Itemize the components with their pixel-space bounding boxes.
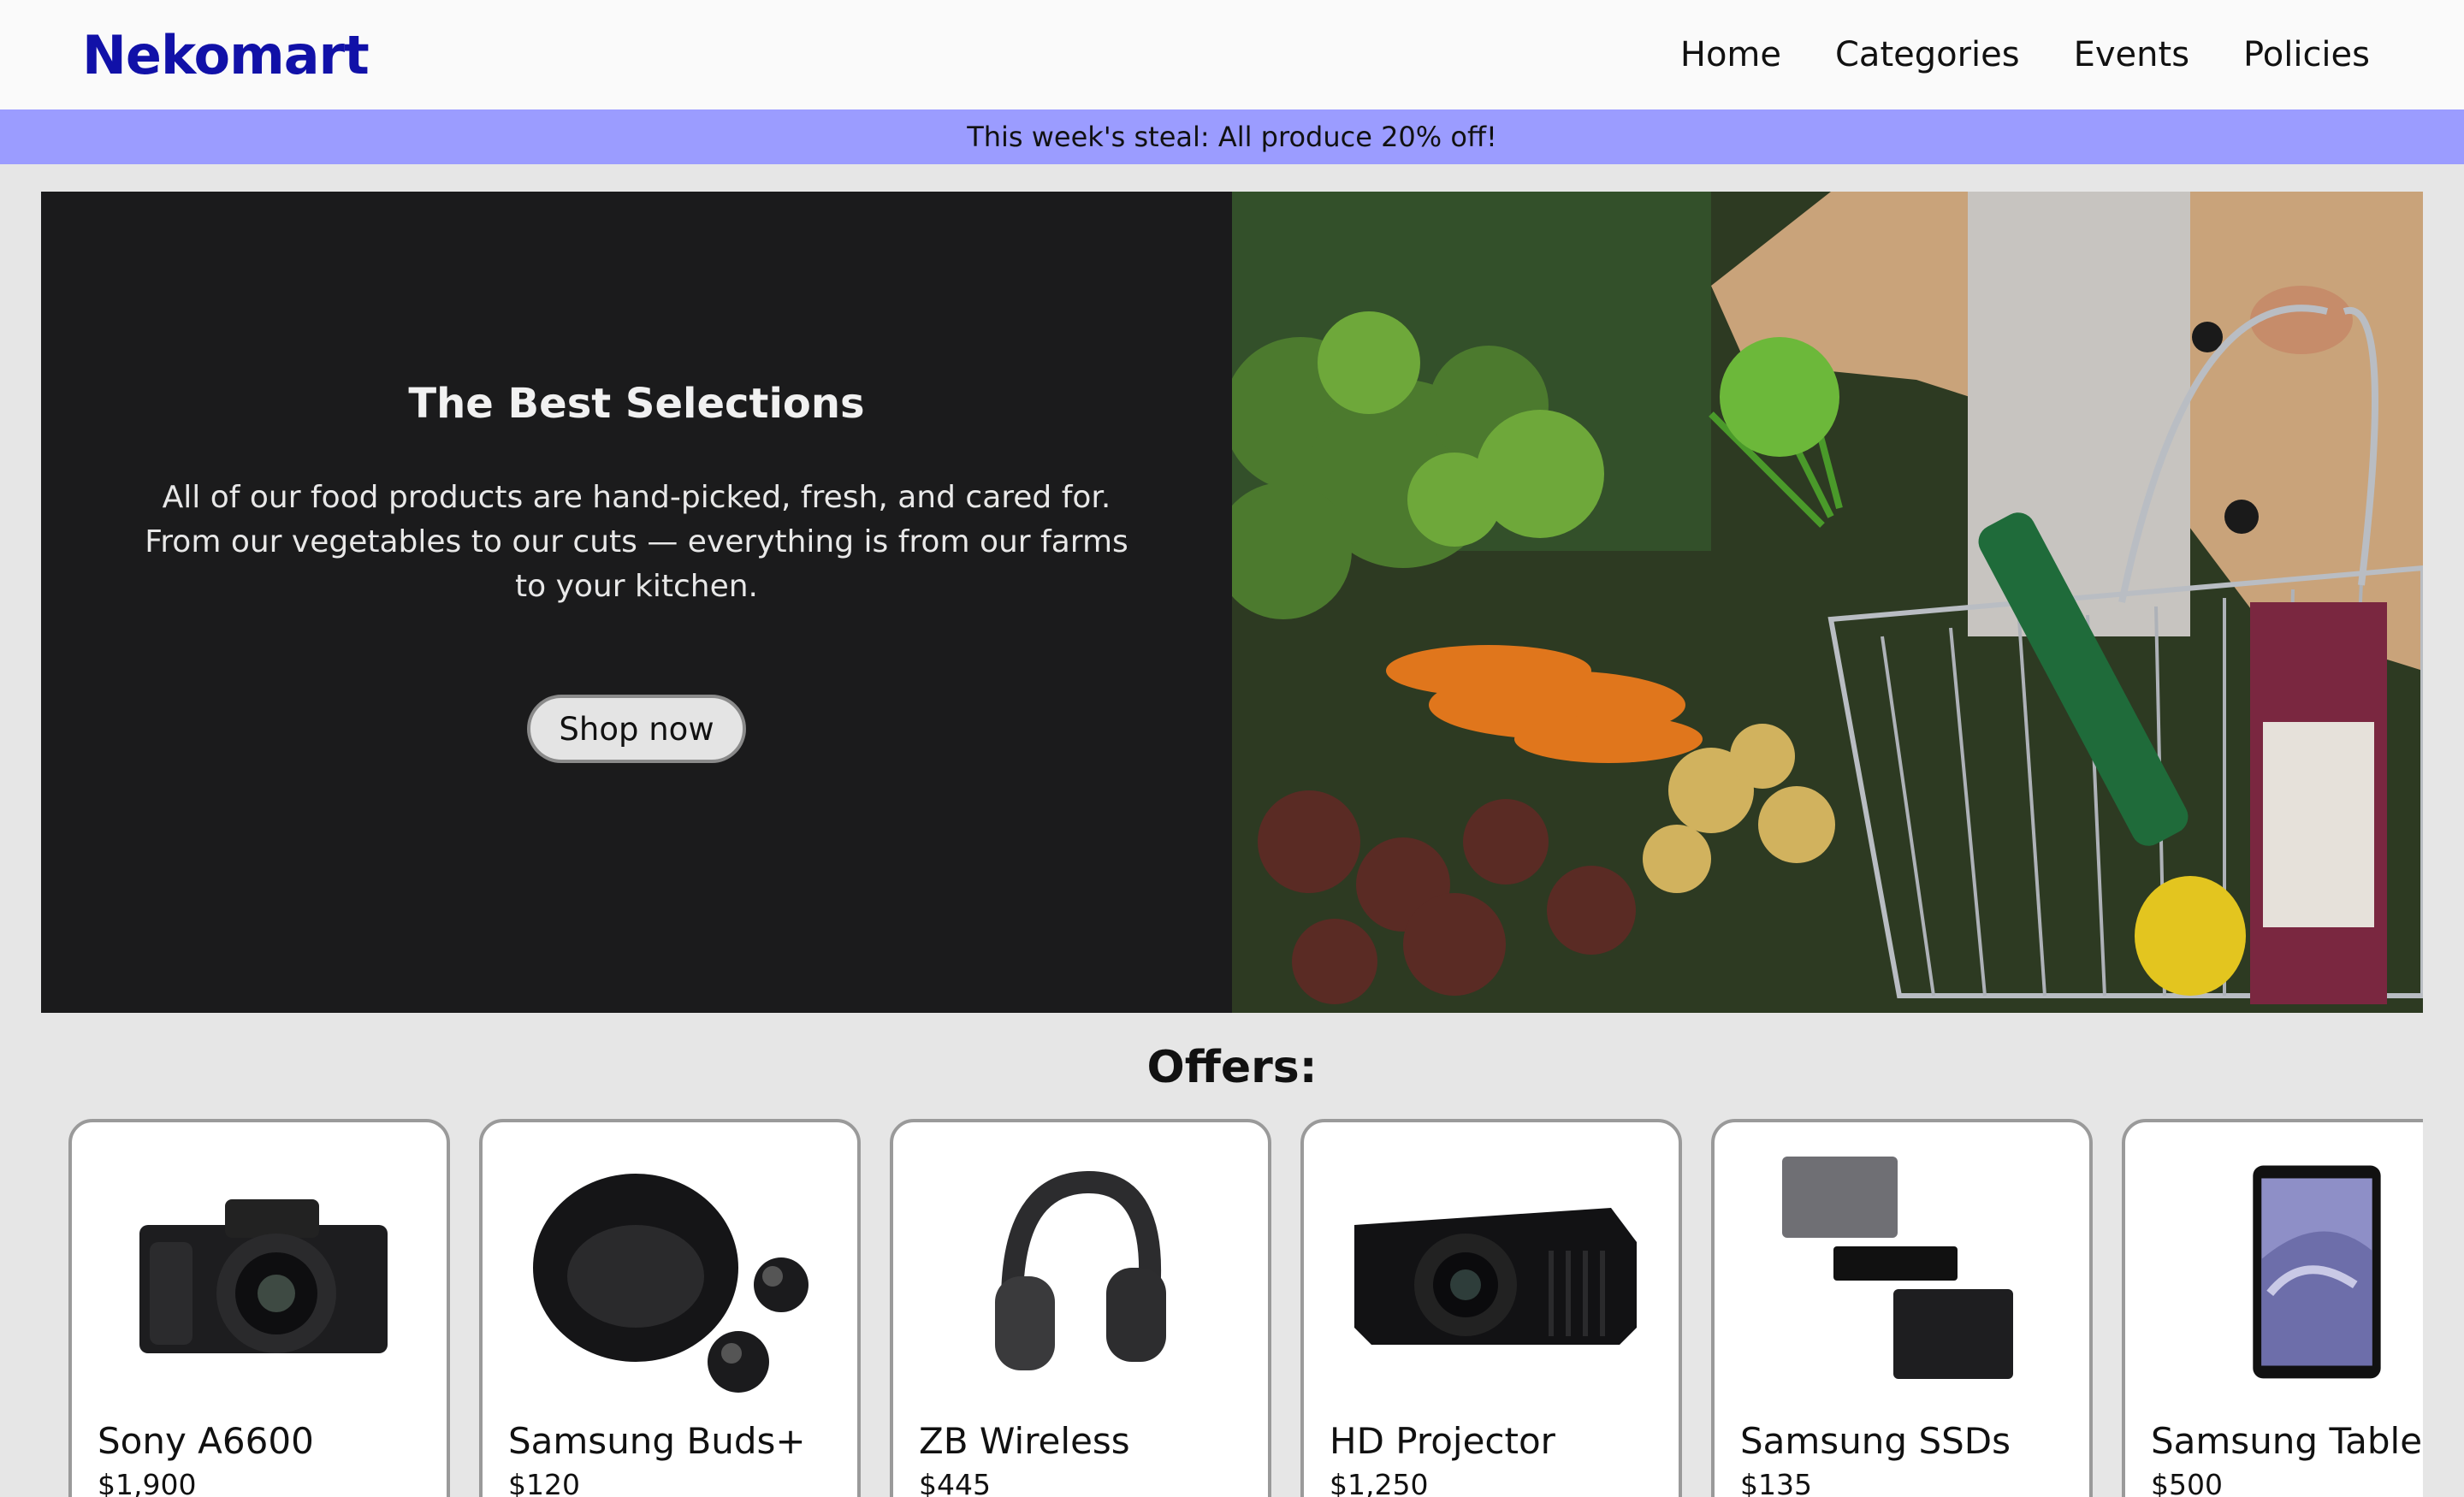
projector-icon <box>1304 1139 1679 1396</box>
product-price: $500 <box>2151 1468 2223 1497</box>
product-price: $1,900 <box>98 1468 197 1497</box>
product-card[interactable]: ZB Wireless $445 <box>890 1119 1271 1497</box>
hero-title: The Best Selections <box>408 380 865 428</box>
product-price: $120 <box>508 1468 580 1497</box>
tablet-icon <box>2125 1139 2423 1396</box>
product-card[interactable]: Samsung Tablets $500 <box>2122 1119 2423 1497</box>
earbuds-icon <box>483 1139 857 1396</box>
product-card[interactable]: Sony A6600 $1,900 <box>68 1119 450 1497</box>
hero-description: All of our food products are hand-picked… <box>145 480 1128 604</box>
product-name: Samsung Buds+ <box>508 1420 806 1462</box>
hero-text-panel: The Best Selections All of our food prod… <box>41 192 1232 1013</box>
camera-icon <box>72 1139 447 1396</box>
top-navigation-bar: Nekomart Home Categories Events Policies <box>0 0 2464 109</box>
main-nav: Home Categories Events Policies <box>1680 35 2370 74</box>
product-card[interactable]: Samsung SSDs $135 <box>1711 1119 2093 1497</box>
promo-banner: This week's steal: All produce 20% off! <box>0 109 2464 164</box>
hero-section: The Best Selections All of our food prod… <box>41 192 2423 1013</box>
brand-logo[interactable]: Nekomart <box>82 24 370 86</box>
offers-heading: Offers: <box>1146 1042 1318 1093</box>
product-card[interactable]: HD Projector $1,250 <box>1300 1119 1682 1497</box>
product-name: ZB Wireless <box>919 1420 1130 1462</box>
product-price: $135 <box>1740 1468 1812 1497</box>
nav-events[interactable]: Events <box>2074 35 2189 74</box>
product-price: $445 <box>919 1468 991 1497</box>
shop-now-button[interactable]: Shop now <box>527 695 746 763</box>
nav-categories[interactable]: Categories <box>1835 35 2020 74</box>
product-price: $1,250 <box>1330 1468 1429 1497</box>
headphones-icon <box>893 1139 1268 1396</box>
nav-policies[interactable]: Policies <box>2243 35 2370 74</box>
offers-carousel: Sony A6600 $1,900 Samsung Buds+ $120 ZB … <box>68 1119 2423 1497</box>
product-name: Samsung SSDs <box>1740 1420 2011 1462</box>
grocery-basket-photo <box>1232 192 2423 1013</box>
product-name: Samsung Tablets <box>2151 1420 2423 1462</box>
grocery-photo-illustration <box>1232 192 2423 1013</box>
ssd-icon <box>1715 1139 2089 1396</box>
nav-home[interactable]: Home <box>1680 35 1781 74</box>
product-card[interactable]: Samsung Buds+ $120 <box>479 1119 861 1497</box>
product-name: HD Projector <box>1330 1420 1555 1462</box>
product-name: Sony A6600 <box>98 1420 314 1462</box>
promo-text: This week's steal: All produce 20% off! <box>967 121 1497 153</box>
